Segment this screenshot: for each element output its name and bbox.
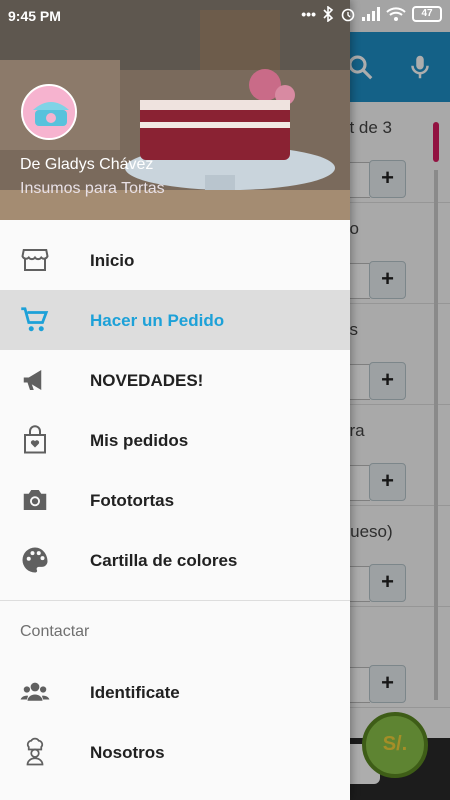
bluetooth-icon <box>323 6 334 22</box>
menu-label: Fototortas <box>90 491 175 510</box>
menu-label: Inicio <box>90 251 135 270</box>
store-icon <box>21 249 49 271</box>
menu-label: Hacer un Pedido <box>90 311 225 330</box>
more-dots-icon: ••• <box>301 6 316 22</box>
section-title-contactar: Contactar <box>20 623 90 640</box>
menu-divider <box>0 600 350 601</box>
shopping-bag-heart-icon <box>24 425 46 454</box>
brand-logo <box>21 84 77 140</box>
status-bar: 9:45 PM ••• 47 <box>0 0 450 32</box>
brand-subtitle: Insumos para Tortas <box>20 180 165 197</box>
menu-label: Nosotros <box>90 743 165 762</box>
wifi-icon <box>386 7 406 21</box>
battery-icon: 47 <box>412 6 442 22</box>
drawer-menu: Inicio Hacer un Pedido NOVEDADES! Mis pe… <box>0 230 350 590</box>
menu-item-nosotros[interactable]: Nosotros <box>0 722 350 782</box>
menu-item-novedades[interactable]: NOVEDADES! <box>0 350 350 410</box>
brand-name: De Gladys Chávez <box>20 156 154 173</box>
status-time: 9:45 PM <box>8 8 61 24</box>
signal-icon <box>362 7 380 21</box>
navigation-drawer: De Gladys Chávez Insumos para Tortas Ini… <box>0 0 350 800</box>
menu-label: NOVEDADES! <box>90 371 204 390</box>
drawer-header: De Gladys Chávez Insumos para Tortas <box>0 0 350 220</box>
cart-icon <box>21 307 49 332</box>
menu-item-hacer-pedido[interactable]: Hacer un Pedido <box>0 290 350 350</box>
status-icons: ••• 47 <box>301 6 442 22</box>
menu-item-fototortas[interactable]: Fototortas <box>0 470 350 530</box>
menu-item-inicio[interactable]: Inicio <box>0 230 350 290</box>
menu-label: Identificate <box>90 683 180 702</box>
menu-label: Cartilla de colores <box>90 551 238 570</box>
menu-item-mis-pedidos[interactable]: Mis pedidos <box>0 410 350 470</box>
alarm-icon <box>341 8 355 22</box>
people-icon <box>20 682 50 701</box>
chef-icon <box>26 737 44 766</box>
camera-icon <box>23 490 47 510</box>
menu-label: Mis pedidos <box>90 431 189 450</box>
contact-menu: Identificate Nosotros <box>0 662 350 782</box>
megaphone-icon <box>23 370 42 390</box>
palette-icon <box>22 547 48 573</box>
menu-item-cartilla-colores[interactable]: Cartilla de colores <box>0 530 350 590</box>
menu-item-identificate[interactable]: Identificate <box>0 662 350 722</box>
